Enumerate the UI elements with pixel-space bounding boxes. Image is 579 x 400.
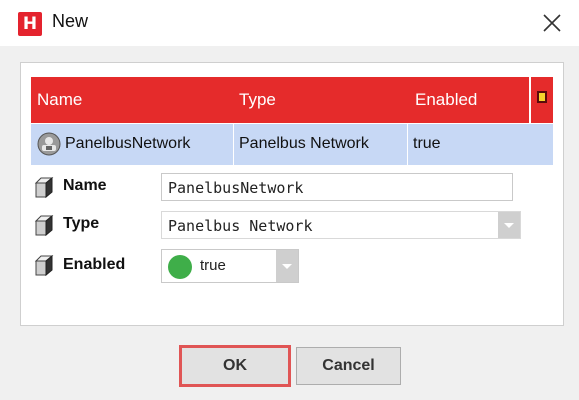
property-label-type: Type [63,215,100,232]
property-cube-icon [34,215,54,237]
column-header-enabled[interactable]: Enabled [415,90,477,110]
column-divider [233,124,234,166]
title-bar: H New [0,0,579,46]
app-logo-icon: H [18,12,42,36]
window-title: New [52,11,89,31]
close-icon [543,14,561,32]
column-header-name[interactable]: Name [37,90,82,110]
cancel-button[interactable]: Cancel [296,347,401,385]
close-button[interactable] [540,11,564,35]
property-label-name: Name [63,177,107,194]
property-cube-icon [34,177,54,199]
enabled-dropdown-value: true [200,257,226,274]
row-enabled-cell: true [413,135,441,152]
type-dropdown-value: Panelbus Network [168,217,313,235]
property-enabled: Enabled true [31,249,553,285]
type-dropdown[interactable]: Panelbus Network [161,211,521,239]
property-name: Name PanelbusNetwork [31,173,553,203]
row-type-cell: Panelbus Network [239,135,369,152]
content-panel: Name Type Enabled PanelbusNetwork Panelb… [20,62,564,326]
name-input[interactable]: PanelbusNetwork [161,173,513,201]
table-header: Name Type Enabled [31,77,553,123]
row-name-cell: PanelbusNetwork [65,135,191,152]
column-divider [407,124,408,166]
table-row[interactable]: PanelbusNetwork Panelbus Network true [31,123,553,166]
column-chooser-button[interactable] [529,77,553,123]
column-chooser-icon [537,91,547,103]
chevron-down-icon[interactable] [498,212,520,238]
status-dot-icon [168,255,192,279]
property-type: Type Panelbus Network [31,211,553,241]
property-label-enabled: Enabled [63,256,126,273]
components-table: Name Type Enabled PanelbusNetwork Panelb… [31,77,553,166]
column-header-type[interactable]: Type [239,90,276,110]
ok-button[interactable]: OK [179,345,291,387]
chevron-down-icon[interactable] [276,250,298,282]
property-cube-icon [34,255,54,277]
network-icon [37,132,61,156]
enabled-dropdown[interactable]: true [161,249,299,283]
